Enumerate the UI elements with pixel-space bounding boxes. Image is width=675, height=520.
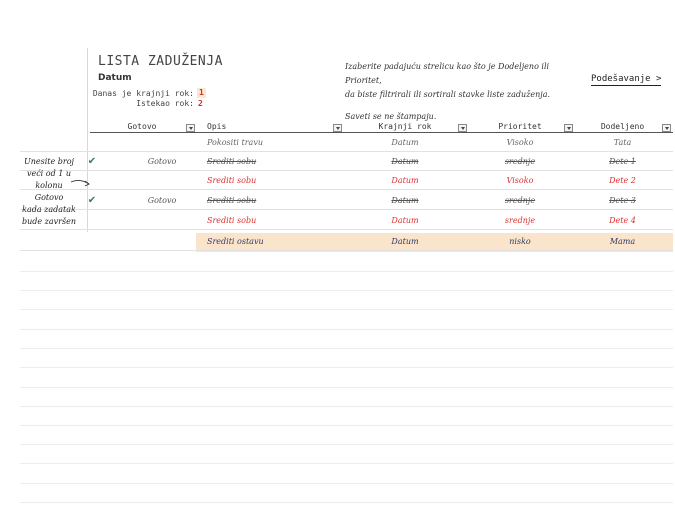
assigned-cell[interactable]: Mama [585, 232, 660, 251]
description-cell[interactable]: Srediti sobu [207, 211, 256, 230]
tip-note-line-2: veći od 1 u [26, 169, 72, 178]
column-header-assigned: Dodeljeno [600, 122, 645, 131]
priority-filter-button[interactable] [564, 124, 573, 132]
empty-row-line [20, 387, 673, 388]
table-row[interactable]: Srediti sobu Datum srednje Dete 4 [20, 211, 673, 230]
tip-note-line-3: kolonu Gotovo [34, 181, 64, 202]
empty-row-line [20, 348, 673, 349]
description-cell[interactable]: Pokositi travu [207, 133, 263, 152]
due-cell[interactable]: Datum [360, 152, 450, 171]
empty-row-line [20, 329, 673, 330]
done-filter-button[interactable] [186, 124, 195, 132]
assigned-cell[interactable]: Tata [585, 133, 660, 152]
due-today-label: Danas je krajnji rok: [92, 89, 194, 98]
dropdown-arrow-icon [664, 126, 669, 130]
due-cell[interactable]: Datum [360, 211, 450, 230]
curved-arrow-icon [70, 179, 90, 187]
dropdown-arrow-icon [335, 126, 340, 130]
due-cell[interactable]: Datum [360, 191, 450, 210]
due-cell[interactable]: Datum [360, 171, 450, 190]
column-header-description: Opis [207, 122, 227, 131]
assigned-cell[interactable]: Dete 2 [585, 171, 660, 190]
due-today-count: 1 [197, 88, 206, 98]
assigned-cell[interactable]: Dete 3 [585, 191, 660, 210]
priority-cell[interactable]: srednje [480, 152, 560, 171]
assigned-cell[interactable]: Dete 1 [585, 152, 660, 171]
instructions-tip: Izaberite padajuću strelicu kao što je D… [345, 60, 575, 124]
priority-cell[interactable]: srednje [480, 191, 560, 210]
table-row[interactable]: Srediti sobu Datum Visoko Dete 2 [20, 171, 673, 190]
priority-cell[interactable]: Visoko [480, 133, 560, 152]
assigned-filter-button[interactable] [662, 124, 671, 132]
assigned-cell[interactable]: Dete 4 [585, 211, 660, 230]
empty-row-line [20, 444, 673, 445]
description-cell[interactable]: Srediti ostavu [207, 232, 264, 251]
overdue-count: 2 [198, 99, 203, 108]
priority-cell[interactable]: nisko [480, 232, 560, 251]
priority-cell[interactable]: Visoko [480, 171, 560, 190]
due-cell[interactable]: Datum [360, 133, 450, 152]
empty-row-line [20, 271, 673, 272]
table-row[interactable]: Srediti ostavu Datum nisko Mama [20, 232, 673, 251]
check-icon: ✔ [87, 156, 97, 167]
priority-cell[interactable]: srednje [480, 211, 560, 230]
due-cell[interactable]: Datum [360, 232, 450, 251]
column-header-done: Gotovo [127, 122, 157, 131]
empty-row-line [20, 425, 673, 426]
table-row[interactable]: ✔ Gotovo Srediti sobu Datum srednje Dete… [20, 191, 673, 210]
description-cell[interactable]: Srediti sobu [207, 171, 256, 190]
tip-note-line-4: kada zadatak [22, 205, 76, 214]
instructions-line-2: da biste filtrirali ili sortirali stavke… [345, 90, 551, 99]
done-cell[interactable]: Gotovo [130, 191, 194, 210]
empty-row-line [20, 367, 673, 368]
settings-link[interactable]: Podešavanje > [591, 74, 662, 86]
tip-note-line-1: Unesite broj [23, 157, 75, 166]
column-header-priority: Prioritet [498, 122, 542, 131]
description-cell[interactable]: Srediti sobu [207, 152, 256, 171]
empty-row-line [20, 290, 673, 291]
done-cell[interactable]: Gotovo [130, 152, 194, 171]
dropdown-arrow-icon [566, 126, 571, 130]
dropdown-arrow-icon [460, 126, 465, 130]
overdue-label: Istekao rok: [136, 99, 194, 108]
dropdown-arrow-icon [188, 126, 193, 130]
description-cell[interactable]: Srediti sobu [207, 191, 256, 210]
description-filter-button[interactable] [333, 124, 342, 132]
tip-note: Unesite broj veći od 1 u kolonu Gotovo k… [21, 156, 77, 228]
check-icon: ✔ [87, 195, 97, 206]
table-row[interactable]: ✔ Gotovo Srediti sobu Datum srednje Dete… [20, 152, 673, 171]
empty-row-line [20, 502, 673, 503]
empty-row-line [20, 483, 673, 484]
table-row[interactable]: Pokositi travu Datum Visoko Tata [20, 133, 673, 152]
empty-row-line [20, 309, 673, 310]
tip-note-line-5: bude završen [22, 217, 76, 226]
empty-row-line [20, 463, 673, 464]
column-header-due: Krajnji rok [378, 122, 432, 131]
empty-row-line [20, 406, 673, 407]
due-filter-button[interactable] [458, 124, 467, 132]
page-title: LISTA ZADUŽENJA [98, 54, 223, 69]
date-field[interactable]: Datum [98, 73, 132, 83]
instructions-line-1: Izaberite padajuću strelicu kao što je D… [345, 62, 550, 85]
